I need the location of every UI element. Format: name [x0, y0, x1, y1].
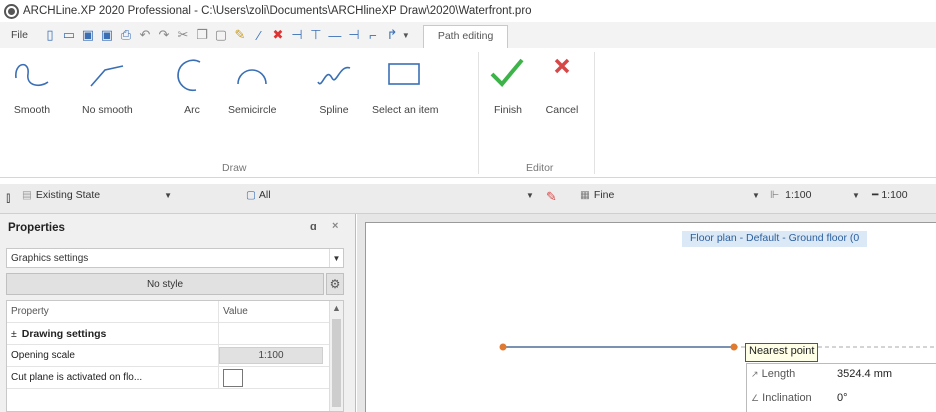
- length-icon: ↗: [751, 369, 759, 379]
- line-weight-icon: ━: [872, 189, 879, 201]
- dimension-icon[interactable]: ⊤: [308, 27, 324, 43]
- more-tools-icon[interactable]: ↱: [384, 27, 400, 43]
- view-toolbar: ⫾ ▤ Existing State ▼ ▢ All ▼ ✎ ▦ Fine ▼ …: [0, 184, 936, 214]
- new-file-icon[interactable]: ▯: [42, 27, 58, 43]
- angle-icon: ∠: [751, 393, 760, 403]
- title-bar: ARCHLine.XP 2020 Professional - C:\Users…: [0, 0, 936, 22]
- layer-icon: ▢: [246, 189, 256, 201]
- checkmark-icon: [490, 58, 524, 87]
- group-separator: [594, 52, 595, 174]
- scale-icon: ⊩: [770, 189, 780, 201]
- semicircle-button[interactable]: Semicircle: [228, 54, 276, 116]
- scrollbar[interactable]: ▲: [329, 301, 343, 411]
- spline-icon: [317, 66, 351, 85]
- opening-scale-field[interactable]: 1:100: [219, 347, 323, 364]
- property-name: Cut plane is activated on flo...: [7, 367, 219, 388]
- drawing-canvas[interactable]: Floor plan - Default - Ground floor (0 N…: [365, 222, 936, 412]
- line-quality-select[interactable]: ▦ Fine: [580, 189, 614, 201]
- state-select[interactable]: ▤ Existing State ▼: [22, 189, 172, 201]
- spline-button[interactable]: Spline: [312, 54, 356, 116]
- save-as-icon[interactable]: ▣: [99, 27, 115, 43]
- scroll-thumb[interactable]: [332, 319, 341, 407]
- semicircle-icon: [237, 69, 268, 85]
- chevron-down-icon[interactable]: ▼: [526, 191, 534, 200]
- graphics-settings-select[interactable]: Graphics settings ▼: [6, 248, 344, 268]
- pen-icon[interactable]: ⁄: [251, 27, 267, 43]
- open-folder-icon[interactable]: ▭: [61, 27, 77, 43]
- expand-icon[interactable]: ±: [11, 328, 17, 340]
- snap-tooltip: Nearest point: [745, 343, 819, 362]
- chevron-down-icon[interactable]: ▼: [164, 191, 172, 200]
- arc-button[interactable]: Arc: [170, 54, 214, 116]
- quick-access-toolbar: File ▯ ▭ ▣ ▣ ⎙ ↶ ↷ ✂ ❐ ▢ ✎ ⁄ ✖ ⊣ ⊤ — ⊣ ⌐…: [0, 22, 936, 48]
- tab-path-editing[interactable]: Path editing: [422, 25, 509, 48]
- properties-panel: Properties ɑ × Graphics settings ▼ No st…: [0, 214, 356, 412]
- style-button[interactable]: No style: [6, 273, 324, 295]
- wand-icon[interactable]: ✎: [232, 27, 248, 43]
- group-separator: [478, 52, 479, 174]
- file-tab[interactable]: File: [6, 27, 33, 43]
- panel-title: Properties: [8, 222, 65, 234]
- inclination-value[interactable]: 0°: [837, 392, 848, 404]
- polyline-icon: [90, 65, 124, 87]
- draw-group-label: Draw: [222, 162, 247, 174]
- hatch-icon: ▦: [580, 189, 590, 201]
- drawing-canvas-area: Floor plan - Default - Ground floor (0 N…: [357, 214, 936, 412]
- line-scale-select[interactable]: ━ 1:100: [872, 189, 908, 201]
- smooth-button[interactable]: Smooth: [10, 54, 54, 116]
- x-icon: [554, 58, 570, 74]
- state-handle-icon: ⫾: [6, 189, 11, 205]
- property-name: Opening scale: [7, 345, 219, 366]
- customize-dropdown-icon[interactable]: ▼: [402, 31, 410, 40]
- print-icon[interactable]: ⎙: [118, 27, 134, 43]
- editor-group-label: Editor: [526, 162, 554, 174]
- select-rectangle-icon: [388, 63, 421, 85]
- finish-button[interactable]: Finish: [486, 54, 530, 116]
- dimension-input-panel: ↗ Length 3524.4 mm ∠ Inclination 0°: [746, 363, 936, 412]
- cut-icon[interactable]: ✂: [175, 27, 191, 43]
- redo-icon[interactable]: ↷: [156, 27, 172, 43]
- smooth-curve-icon: [15, 63, 49, 87]
- save-icon[interactable]: ▣: [80, 27, 96, 43]
- scale-select[interactable]: ⊩ 1:100: [770, 189, 811, 201]
- arc-icon: [177, 59, 201, 92]
- table-row: Opening scale 1:100: [7, 345, 343, 367]
- chevron-down-icon[interactable]: ▼: [752, 191, 760, 200]
- wall-add-icon[interactable]: ⊣: [346, 27, 362, 43]
- select-item-button[interactable]: Select an item: [372, 54, 439, 116]
- copy-icon[interactable]: ❐: [194, 27, 210, 43]
- undo-icon[interactable]: ↶: [137, 27, 153, 43]
- connect-icon[interactable]: ⌐: [365, 27, 381, 43]
- window-title: ARCHLine.XP 2020 Professional - C:\Users…: [23, 5, 532, 17]
- table-row: Cut plane is activated on flo...: [7, 367, 343, 389]
- path-start-point[interactable]: [499, 343, 507, 351]
- delete-icon[interactable]: ✖: [270, 27, 286, 43]
- pin-icon[interactable]: ɑ: [310, 221, 317, 233]
- eraser-icon[interactable]: ✎: [546, 189, 557, 205]
- gear-icon[interactable]: ⚙: [326, 273, 344, 295]
- length-row[interactable]: ↗ Length 3524.4 mm: [751, 368, 892, 380]
- cancel-button[interactable]: Cancel: [540, 54, 584, 116]
- column-header-property: Property: [7, 301, 219, 322]
- ribbon: Smooth No smooth Arc Semicircle Spline S…: [0, 48, 936, 178]
- no-smooth-button[interactable]: No smooth: [82, 54, 133, 116]
- app-logo-icon: [4, 3, 19, 19]
- path-end-point[interactable]: [730, 343, 738, 351]
- chevron-down-icon[interactable]: ▼: [852, 191, 860, 200]
- line-tool-icon[interactable]: —: [327, 27, 343, 43]
- close-icon[interactable]: ×: [332, 220, 338, 232]
- grid-header: Property Value: [7, 301, 343, 323]
- section-drawing-settings[interactable]: ± Drawing settings: [7, 323, 343, 345]
- scroll-up-icon[interactable]: ▲: [330, 301, 343, 313]
- length-value[interactable]: 3524.4 mm: [837, 368, 892, 380]
- wall-tool-icon[interactable]: ⊣: [289, 27, 305, 43]
- paste-icon[interactable]: ▢: [213, 27, 229, 43]
- inclination-row[interactable]: ∠ Inclination 0°: [751, 392, 848, 404]
- chevron-down-icon[interactable]: ▼: [329, 249, 343, 267]
- state-icon: ▤: [22, 189, 32, 201]
- property-grid: Property Value ± Drawing settings Openin…: [6, 300, 344, 412]
- cut-plane-checkbox[interactable]: [223, 368, 243, 387]
- column-header-value: Value: [223, 306, 248, 317]
- layer-select[interactable]: ▢ All: [246, 189, 271, 201]
